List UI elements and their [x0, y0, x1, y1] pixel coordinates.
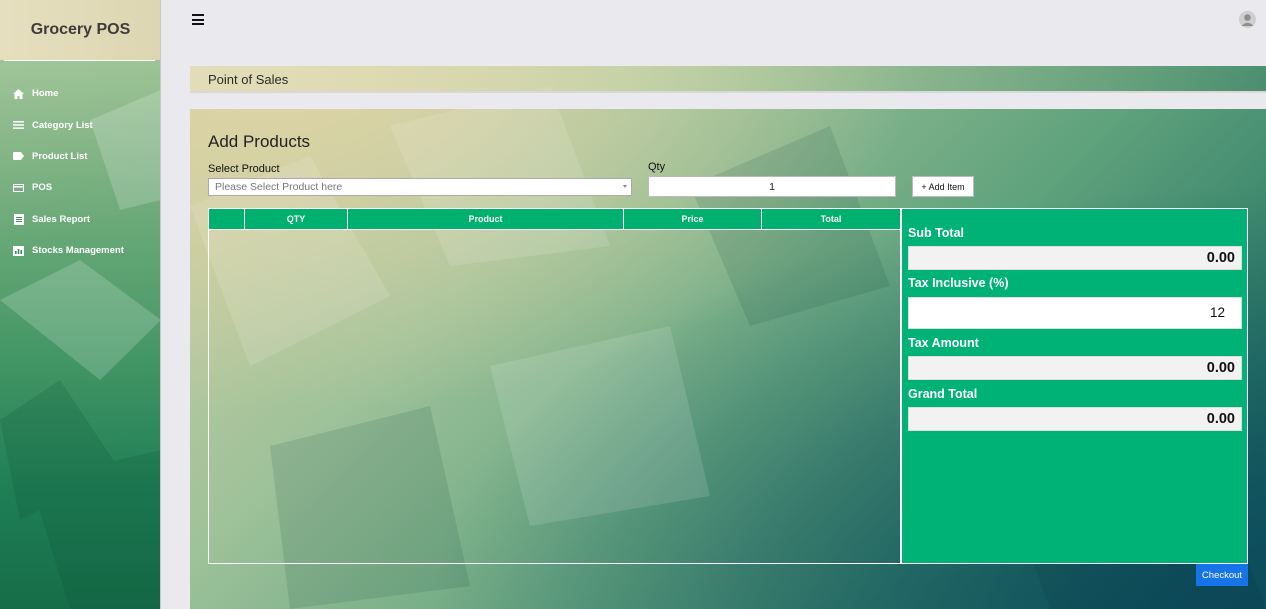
- sidebar-item-home[interactable]: Home: [0, 78, 160, 109]
- subtotal-field: 0.00: [908, 246, 1242, 270]
- tax-inclusive-label: Tax Inclusive (%): [908, 276, 1009, 290]
- tax-amount-field: 0.00: [908, 356, 1242, 380]
- sidebar-item-stocks-management[interactable]: Stocks Management: [0, 235, 160, 266]
- qty-input[interactable]: [648, 176, 896, 197]
- sidebar-nav: Home Category List Product List POS Sale…: [0, 78, 160, 266]
- subtotal-label: Sub Total: [908, 226, 965, 240]
- user-avatar-icon[interactable]: [1239, 11, 1256, 28]
- product-select[interactable]: Please Select Product here: [208, 178, 632, 196]
- list-icon: [13, 120, 24, 131]
- home-icon: [13, 88, 24, 99]
- column-header-qty: QTY: [245, 209, 348, 229]
- column-header-product: Product: [348, 209, 624, 229]
- sidebar-item-label: Home: [32, 88, 59, 100]
- sidebar-item-label: POS: [32, 182, 53, 194]
- sidebar-item-label: Stocks Management: [32, 245, 124, 257]
- product-select-placeholder: Please Select Product here: [215, 181, 343, 193]
- sidebar-item-category-list[interactable]: Category List: [0, 109, 160, 140]
- header-gap: [190, 93, 1266, 109]
- bar-chart-icon: [13, 245, 24, 256]
- credit-card-icon: [13, 182, 24, 193]
- chevron-down-icon: [623, 185, 627, 188]
- sidebar-item-sales-report[interactable]: Sales Report: [0, 204, 160, 235]
- items-table: QTY Product Price Total: [208, 208, 901, 564]
- column-header-select: [209, 209, 245, 229]
- sidebar-item-label: Sales Report: [32, 213, 91, 225]
- hamburger-icon[interactable]: [192, 14, 206, 26]
- brand-divider: [4, 60, 155, 61]
- section-title: Add Products: [208, 132, 311, 151]
- select-product-label: Select Product: [208, 163, 280, 175]
- checkout-button[interactable]: Checkout: [1196, 564, 1248, 586]
- grand-total-label: Grand Total: [908, 387, 978, 401]
- qty-label: Qty: [648, 161, 666, 173]
- document-icon: [13, 213, 24, 225]
- summary-panel: Sub Total 0.00 Tax Inclusive (%) 12 Tax …: [901, 208, 1248, 564]
- grand-total-field: 0.00: [908, 407, 1242, 431]
- tax-inclusive-input[interactable]: 12: [908, 297, 1242, 329]
- sidebar-item-label: Category List: [32, 119, 93, 131]
- top-bar: [161, 0, 1266, 46]
- add-item-button[interactable]: + Add Item: [912, 176, 974, 197]
- sidebar-item-label: Product List: [32, 150, 88, 162]
- table-header: QTY Product Price Total: [209, 209, 900, 230]
- brand-title: Grocery POS: [0, 0, 160, 60]
- sidebar-item-product-list[interactable]: Product List: [0, 141, 160, 172]
- page-header: Point of Sales: [190, 66, 1266, 93]
- column-header-price: Price: [624, 209, 762, 229]
- tax-amount-label: Tax Amount: [908, 336, 979, 350]
- sidebar-item-pos[interactable]: POS: [0, 172, 160, 203]
- page-title: Point of Sales: [208, 72, 289, 87]
- tag-icon: [13, 151, 24, 162]
- column-header-total: Total: [820, 214, 842, 224]
- sidebar: Grocery POS Home Category List Product L…: [0, 0, 161, 609]
